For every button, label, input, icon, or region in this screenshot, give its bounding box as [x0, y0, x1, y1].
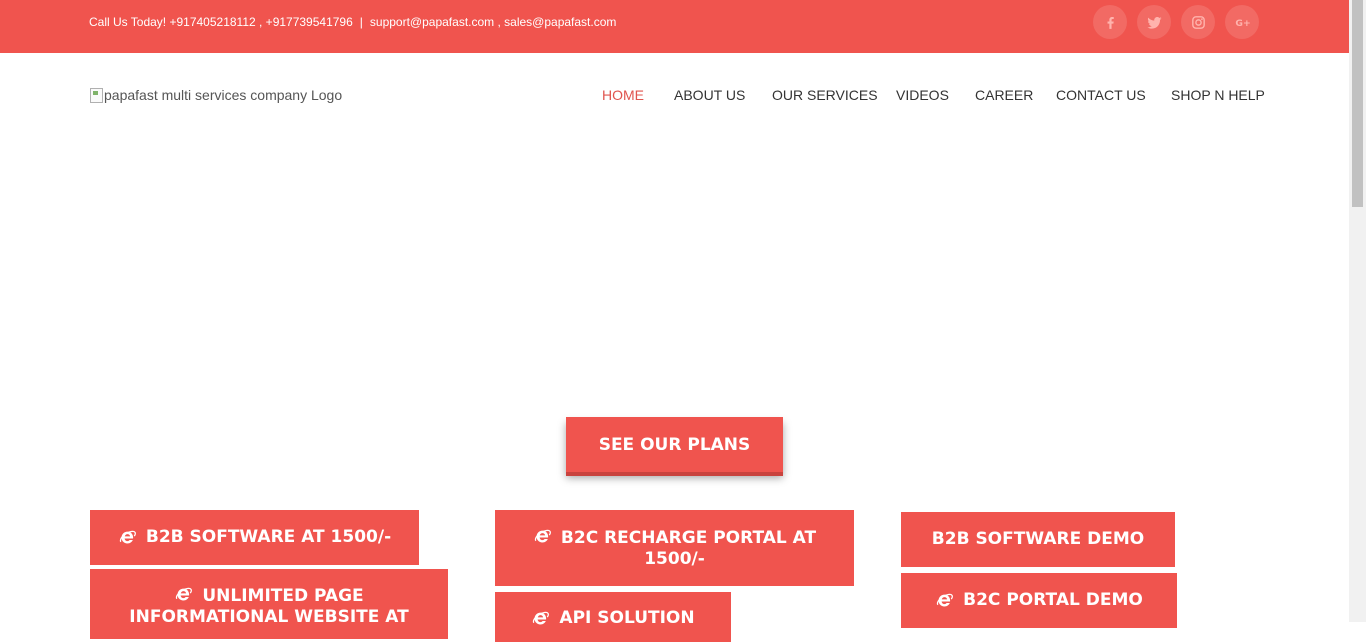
api-solution-button[interactable]: API SOLUTION: [495, 592, 731, 642]
contact-separator: |: [359, 15, 363, 29]
nav-item-home[interactable]: HOME: [602, 86, 644, 104]
top-bar: Call Us Today! +917405218112 , +91773954…: [0, 0, 1349, 53]
unlimited-page-website-button[interactable]: UNLIMITED PAGE INFORMATIONAL WEBSITE AT: [90, 569, 448, 639]
svg-text:G+: G+: [1235, 18, 1250, 29]
internet-explorer-icon: [119, 530, 136, 544]
b2b-software-button[interactable]: B2B SOFTWARE AT 1500/-: [90, 510, 419, 565]
b2c-recharge-portal-button[interactable]: B2C RECHARGE PORTAL AT 1500/-: [495, 510, 854, 586]
b2c-portal-demo-button[interactable]: B2C PORTAL DEMO: [901, 573, 1177, 628]
b2b-software-label: B2B SOFTWARE AT 1500/-: [145, 527, 392, 547]
see-our-plans-button[interactable]: SEE OUR PLANS: [566, 417, 783, 472]
call-us-text: Call Us Today! +917405218112 , +91773954…: [89, 15, 353, 29]
b2c-demo-label: B2C PORTAL DEMO: [963, 590, 1143, 610]
b2b-demo-label: B2B SOFTWARE DEMO: [931, 529, 1145, 549]
internet-explorer-icon: [533, 611, 550, 625]
contact-info: Call Us Today! +917405218112 , +91773954…: [89, 14, 616, 30]
b2b-software-demo-button[interactable]: B2B SOFTWARE DEMO: [901, 512, 1175, 567]
nav-item-about-us[interactable]: ABOUT US: [674, 86, 745, 104]
nav-item-videos[interactable]: VIDEOS: [896, 86, 949, 104]
google-plus-icon[interactable]: G+: [1225, 5, 1259, 39]
nav-item-contact-us[interactable]: CONTACT US: [1056, 86, 1146, 104]
page-scrollbar[interactable]: [1349, 0, 1366, 622]
unlimited-page-label: UNLIMITED PAGE INFORMATIONAL WEBSITE AT: [129, 586, 409, 627]
email-links[interactable]: support@papafast.com , sales@papafast.co…: [370, 15, 617, 29]
api-solution-label: API SOLUTION: [559, 608, 695, 628]
twitter-icon[interactable]: [1137, 5, 1171, 39]
logo-alt-text: papafast multi services company Logo: [104, 87, 343, 103]
internet-explorer-icon: [936, 593, 954, 607]
b2c-recharge-label: B2C RECHARGE PORTAL AT 1500/-: [560, 527, 817, 569]
internet-explorer-icon: [176, 587, 193, 601]
scrollbar-thumb[interactable]: [1352, 0, 1363, 207]
internet-explorer-icon: [534, 529, 551, 542]
company-logo[interactable]: papafast multi services company Logo: [90, 86, 342, 104]
nav-item-career[interactable]: CAREER: [975, 86, 1033, 104]
nav-item-our-services[interactable]: OUR SERVICES: [772, 86, 878, 104]
broken-image-icon: [90, 87, 103, 103]
nav-item-shop-n-help[interactable]: SHOP N HELP: [1171, 86, 1265, 104]
instagram-icon[interactable]: [1181, 5, 1215, 39]
facebook-icon[interactable]: [1093, 5, 1127, 39]
